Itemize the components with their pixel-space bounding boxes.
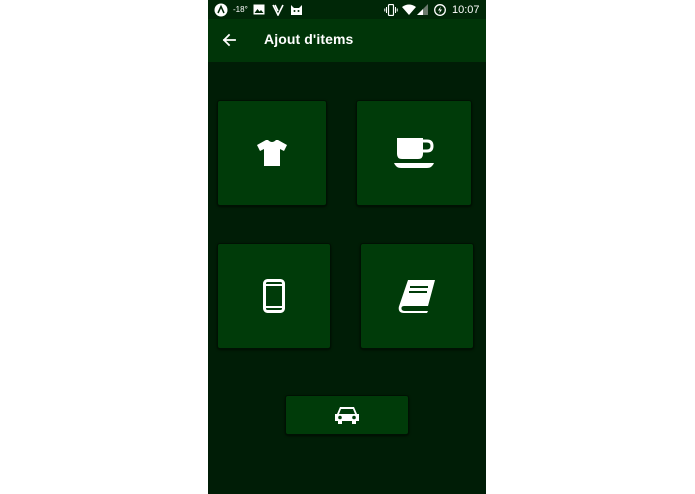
clock-text: 10:07	[452, 3, 480, 16]
temperature-text: -18°	[233, 5, 248, 14]
page-title: Ajout d'items	[264, 31, 354, 47]
category-kitchen-button[interactable]	[356, 100, 472, 206]
cat-icon	[290, 2, 303, 17]
app-bar: Ajout d'items	[208, 19, 486, 62]
category-books-button[interactable]	[360, 243, 474, 349]
wifi-icon	[402, 2, 416, 17]
car-icon	[335, 407, 359, 424]
tshirt-icon	[257, 140, 287, 166]
arrow-left-icon	[222, 33, 236, 47]
coffee-cup-icon	[394, 138, 434, 168]
book-icon	[398, 280, 435, 313]
vibrate-icon	[384, 2, 398, 17]
check-send-icon	[272, 2, 284, 17]
smartphone-icon	[263, 279, 285, 313]
phone-screen: -18° 10:07 Ajout d'items	[208, 0, 486, 494]
image-icon	[253, 2, 265, 17]
category-electronics-button[interactable]	[217, 243, 331, 349]
back-button[interactable]	[219, 30, 239, 50]
category-vehicles-button[interactable]	[285, 395, 409, 435]
a-logo-icon	[214, 2, 228, 17]
category-clothing-button[interactable]	[217, 100, 327, 206]
status-bar: -18° 10:07	[208, 0, 486, 19]
cell-signal-icon	[417, 2, 428, 17]
battery-saver-icon	[434, 2, 446, 17]
